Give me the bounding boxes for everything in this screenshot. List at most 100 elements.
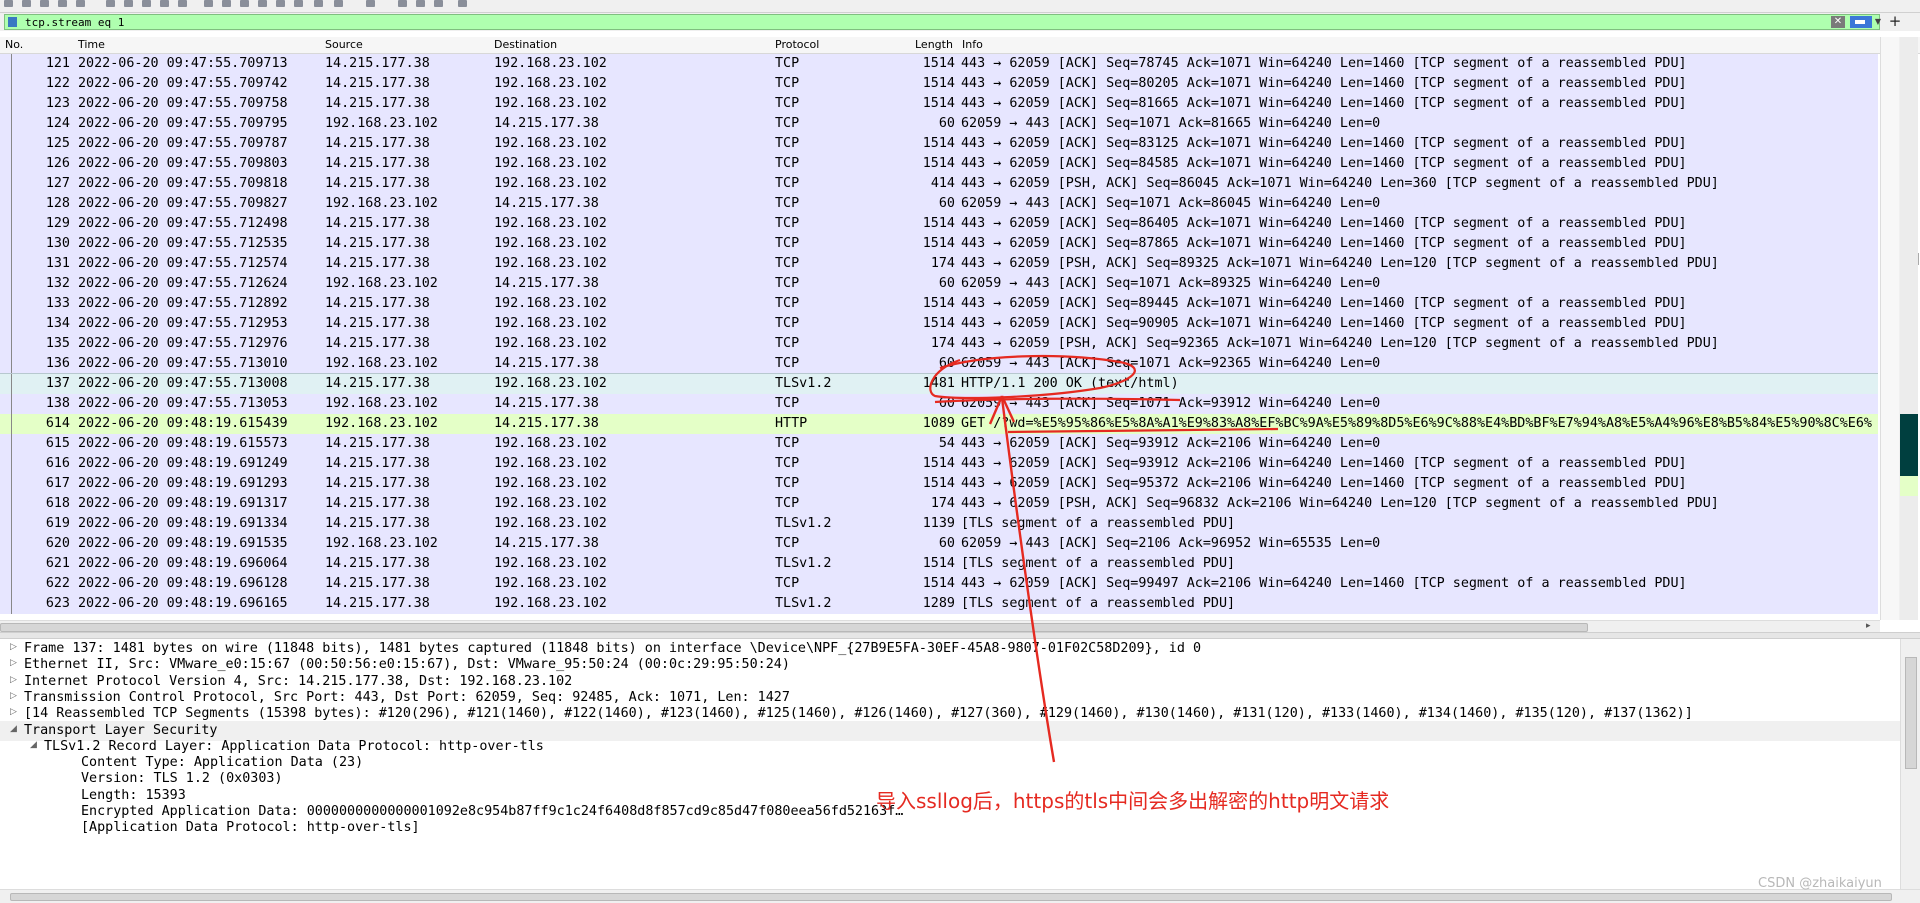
expand-arrow-icon[interactable]: ▷: [10, 675, 17, 685]
chevron-down-icon[interactable]: ▼: [1873, 16, 1883, 28]
packet-row[interactable]: 129 2022-06-20 09:47:55.712498 14.215.177.…: [0, 214, 1878, 234]
zoom-in-icon[interactable]: [398, 0, 407, 7]
hscroll-thumb[interactable]: [0, 623, 1588, 632]
packet-row[interactable]: 128 2022-06-20 09:47:55.709827 192.168.23.…: [0, 194, 1878, 214]
pane-splitter[interactable]: [0, 632, 1920, 639]
expand-arrow-icon[interactable]: ▷: [10, 642, 17, 652]
toolbar-icon[interactable]: [4, 0, 13, 7]
packet-list[interactable]: 121 2022-06-20 09:47:55.709713 14.215.177.…: [0, 54, 1878, 619]
toolbar-icon[interactable]: [222, 0, 231, 7]
collapse-arrow-icon[interactable]: ◢: [30, 740, 37, 750]
toolbar-icon[interactable]: [240, 0, 249, 7]
toolbar-icon[interactable]: [276, 0, 285, 7]
toolbar-icon[interactable]: [366, 0, 375, 7]
packet-row[interactable]: 615 2022-06-20 09:48:19.615573 14.215.177.…: [0, 434, 1878, 454]
packet-row[interactable]: 130 2022-06-20 09:47:55.712535 14.215.177.…: [0, 234, 1878, 254]
packet-row[interactable]: 135 2022-06-20 09:47:55.712976 14.215.177.…: [0, 334, 1878, 354]
packet-row[interactable]: 614 2022-06-20 09:48:19.615439 192.168.23.…: [0, 414, 1878, 434]
toolbar-icon[interactable]: [58, 0, 67, 7]
zoom-reset-icon[interactable]: [434, 0, 443, 7]
packet-cell-no: 122: [45, 76, 70, 91]
details-hscrollbar[interactable]: [0, 889, 1920, 903]
packet-row[interactable]: 133 2022-06-20 09:47:55.712892 14.215.177.…: [0, 294, 1878, 314]
zoom-out-icon[interactable]: [416, 0, 425, 7]
packet-row[interactable]: 121 2022-06-20 09:47:55.709713 14.215.177.…: [0, 54, 1878, 74]
toolbar-icon[interactable]: [314, 0, 323, 7]
toolbar-icon[interactable]: [178, 0, 187, 7]
packet-cell-proto: TCP: [775, 216, 800, 231]
packet-row[interactable]: 617 2022-06-20 09:48:19.691293 14.215.177.…: [0, 474, 1878, 494]
packet-row[interactable]: 122 2022-06-20 09:47:55.709742 14.215.177.…: [0, 74, 1878, 94]
packet-cell-proto: TCP: [775, 196, 800, 211]
packet-cell-proto: TCP: [775, 96, 800, 111]
packet-row[interactable]: 620 2022-06-20 09:48:19.691535 192.168.23.…: [0, 534, 1878, 554]
toolbar-icon[interactable]: [124, 0, 133, 7]
column-header-time[interactable]: Time: [78, 38, 105, 51]
packet-row[interactable]: 137 2022-06-20 09:47:55.713008 14.215.177.…: [0, 373, 1878, 395]
apply-filter-button[interactable]: [1850, 16, 1872, 28]
packet-cell-proto: TCP: [775, 256, 800, 271]
column-header-info[interactable]: Info: [962, 38, 983, 51]
details-scrollbar[interactable]: [1900, 639, 1920, 889]
clear-filter-button[interactable]: ✕: [1831, 16, 1845, 28]
detail-tree-item[interactable]: [Application Data Protocol: http-over-tl…: [0, 818, 1900, 838]
packet-row[interactable]: 132 2022-06-20 09:47:55.712624 192.168.23.…: [0, 274, 1878, 294]
packet-row[interactable]: 619 2022-06-20 09:48:19.691334 14.215.177.…: [0, 514, 1878, 534]
packet-cell-len: 1514: [922, 296, 955, 311]
expand-arrow-icon[interactable]: ▷: [10, 707, 17, 717]
packet-cell-proto: TCP: [775, 156, 800, 171]
scroll-thumb[interactable]: [1905, 657, 1917, 769]
toolbar-icon[interactable]: [160, 0, 169, 7]
packet-list-hscrollbar[interactable]: ▸: [0, 620, 1880, 632]
packet-cell-no: 127: [45, 176, 70, 191]
packet-row[interactable]: 138 2022-06-20 09:47:55.713053 192.168.23.…: [0, 394, 1878, 414]
column-header-no[interactable]: No.: [5, 38, 23, 51]
packet-row[interactable]: 622 2022-06-20 09:48:19.696128 14.215.177.…: [0, 574, 1878, 594]
chevron-right-icon[interactable]: ▸: [1866, 621, 1871, 631]
packet-cell-src: 14.215.177.38: [325, 576, 430, 591]
hscroll-thumb[interactable]: [10, 893, 1892, 901]
packet-cell-src: 14.215.177.38: [325, 56, 430, 71]
toolbar-icon[interactable]: [204, 0, 213, 7]
toolbar-icon[interactable]: [258, 0, 267, 7]
packet-minimap[interactable]: [1900, 37, 1918, 620]
add-filter-button[interactable]: +: [1888, 13, 1902, 29]
packet-cell-proto: TLSv1.2: [775, 596, 832, 611]
packet-cell-no: 131: [45, 256, 70, 271]
packet-row[interactable]: 623 2022-06-20 09:48:19.696165 14.215.177.…: [0, 594, 1878, 614]
toolbar-icon[interactable]: [294, 0, 303, 7]
toolbar-icon[interactable]: [142, 0, 151, 7]
packet-list-scrollbar[interactable]: [1880, 37, 1919, 620]
packet-cell-time: 2022-06-20 09:48:19.691334: [78, 516, 288, 531]
toolbar-icon[interactable]: [334, 0, 343, 7]
packet-row[interactable]: 131 2022-06-20 09:47:55.712574 14.215.177.…: [0, 254, 1878, 274]
expand-arrow-icon[interactable]: ▷: [10, 658, 17, 668]
packet-row[interactable]: 124 2022-06-20 09:47:55.709795 192.168.23.…: [0, 114, 1878, 134]
packet-row[interactable]: 616 2022-06-20 09:48:19.691249 14.215.177.…: [0, 454, 1878, 474]
packet-row[interactable]: 123 2022-06-20 09:47:55.709758 14.215.177.…: [0, 94, 1878, 114]
toolbar-icon[interactable]: [22, 0, 31, 7]
packet-row[interactable]: 125 2022-06-20 09:47:55.709787 14.215.177.…: [0, 134, 1878, 154]
packet-row[interactable]: 127 2022-06-20 09:47:55.709818 14.215.177.…: [0, 174, 1878, 194]
packet-cell-time: 2022-06-20 09:48:19.691249: [78, 456, 288, 471]
resize-columns-icon[interactable]: [458, 0, 467, 7]
column-header-source[interactable]: Source: [325, 38, 363, 51]
scroll-track[interactable]: [1880, 37, 1919, 620]
toolbar-icon[interactable]: [106, 0, 115, 7]
toolbar-icon[interactable]: [76, 0, 85, 7]
packet-row[interactable]: 621 2022-06-20 09:48:19.696064 14.215.177.…: [0, 554, 1878, 574]
collapse-arrow-icon[interactable]: ◢: [10, 724, 17, 734]
packet-row[interactable]: 618 2022-06-20 09:48:19.691317 14.215.177.…: [0, 494, 1878, 514]
display-filter-input[interactable]: [25, 15, 1825, 29]
column-header-length[interactable]: Length: [915, 38, 953, 51]
packet-row[interactable]: 126 2022-06-20 09:47:55.709803 14.215.177.…: [0, 154, 1878, 174]
packet-cell-len: 54: [938, 436, 955, 451]
bookmark-icon[interactable]: [8, 17, 17, 27]
expand-arrow-icon[interactable]: ▷: [10, 691, 17, 701]
packet-details-pane[interactable]: ▷ Frame 137: 1481 bytes on wire (11848 bi…: [0, 639, 1900, 889]
packet-row[interactable]: 134 2022-06-20 09:47:55.712953 14.215.177.…: [0, 314, 1878, 334]
column-header-destination[interactable]: Destination: [494, 38, 557, 51]
packet-row[interactable]: 136 2022-06-20 09:47:55.713010 192.168.23.…: [0, 354, 1878, 374]
toolbar-icon[interactable]: [40, 0, 49, 7]
column-header-protocol[interactable]: Protocol: [775, 38, 819, 51]
